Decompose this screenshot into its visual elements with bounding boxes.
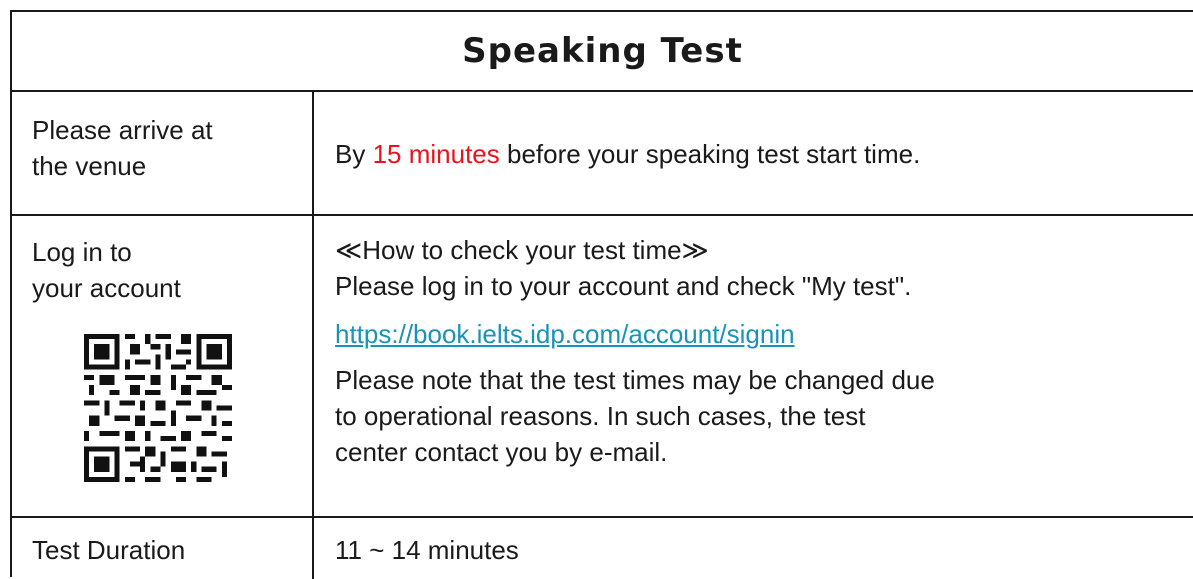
arrive-label-line1: Please arrive at	[32, 115, 213, 145]
arrive-label: Please arrive at the venue	[32, 112, 213, 184]
login-label: Log in to your account	[32, 234, 181, 306]
row-arrive: Please arrive at the venue By 15 minutes…	[12, 92, 1193, 216]
duration-value: 11 ~ 14 minutes	[335, 535, 519, 565]
test-time-heading: ≪How to check your test time≫	[335, 235, 709, 265]
login-content: ≪How to check your test time≫ Please log…	[335, 232, 1183, 470]
arrive-label-line2: the venue	[32, 151, 147, 181]
column-divider	[312, 92, 314, 214]
duration-label: Test Duration	[32, 535, 186, 565]
arrive-content: By 15 minutes before your speaking test …	[335, 136, 1183, 172]
login-note-line1: Please note that the test times may be c…	[335, 365, 935, 395]
login-label-line1: Log in to	[32, 237, 132, 267]
column-divider	[312, 216, 314, 516]
login-instruction: Please log in to your account and check …	[335, 271, 912, 301]
arrive-highlight: 15 minutes	[372, 139, 500, 169]
qr-code-icon[interactable]	[80, 334, 236, 482]
login-label-line2: your account	[32, 273, 181, 303]
arrive-suffix: before your speaking test start time.	[499, 139, 921, 169]
page-title: Speaking Test	[462, 31, 743, 71]
column-divider	[312, 518, 314, 579]
row-duration: Test Duration 11 ~ 14 minutes	[12, 518, 1193, 579]
speaking-test-table: Speaking Test Please arrive at the venue…	[10, 10, 1193, 579]
signin-url-wrapper: https://book.ielts.idp.com/account/signi…	[335, 316, 1183, 352]
row-login: Log in to your account ≪How to check you…	[12, 216, 1193, 518]
title-row: Speaking Test	[12, 12, 1193, 92]
signin-link[interactable]: https://book.ielts.idp.com/account/signi…	[335, 319, 795, 349]
arrive-prefix: By	[335, 139, 373, 169]
login-note-line3: center contact you by e-mail.	[335, 437, 668, 467]
login-note: Please note that the test times may be c…	[335, 362, 1183, 470]
login-note-line2: to operational reasons. In such cases, t…	[335, 401, 866, 431]
